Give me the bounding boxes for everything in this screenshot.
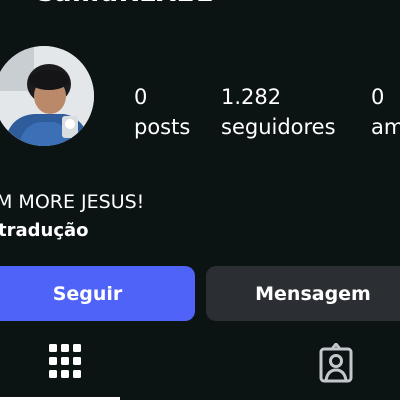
following-label: am: [371, 115, 400, 139]
posts-count: 0: [134, 85, 148, 109]
grid-icon: [49, 344, 81, 378]
posts-label: posts: [134, 115, 191, 139]
profile-avatar[interactable]: [0, 46, 94, 146]
tab-posts-grid[interactable]: [48, 343, 82, 383]
avatar-photo: [0, 46, 94, 146]
profile-username: samuRLX21: [38, 0, 214, 8]
translate-link[interactable]: tradução: [0, 219, 89, 243]
stat-posts[interactable]: 0 posts: [134, 84, 190, 140]
followers-count: 1.282: [221, 85, 282, 109]
following-count: 0: [371, 85, 385, 109]
profile-bio: M MORE JESUS!: [0, 191, 145, 213]
follow-button[interactable]: Seguir: [0, 266, 195, 321]
stat-following[interactable]: 0 am: [371, 84, 400, 140]
tab-tagged[interactable]: [316, 342, 356, 387]
stat-followers[interactable]: 1.282 seguidores: [221, 84, 336, 140]
message-button[interactable]: Mensagem: [206, 266, 400, 321]
tagged-person-icon: [319, 342, 353, 383]
followers-label: seguidores: [221, 115, 336, 139]
